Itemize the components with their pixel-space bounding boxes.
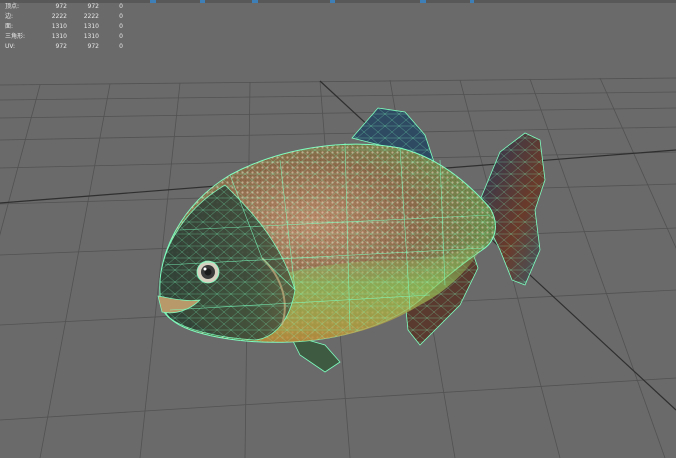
stat-value: 972 <box>87 3 99 10</box>
stat-value: 0 <box>119 3 123 10</box>
stat-value: 1310 <box>51 33 67 40</box>
stat-row-vertices: 顶点: 972 972 0 <box>5 2 123 12</box>
stat-label: 边: <box>5 13 14 20</box>
stat-row-faces: 面: 1310 1310 0 <box>5 22 123 32</box>
stat-row-edges: 边: 2222 2222 0 <box>5 12 123 22</box>
stat-label: 三角形: <box>5 33 26 40</box>
stat-value: 0 <box>119 43 123 50</box>
stat-value: 0 <box>119 23 123 30</box>
stat-value: 972 <box>55 3 67 10</box>
stat-value: 2222 <box>83 13 99 20</box>
scene-statistics-panel: 顶点: 972 972 0 边: 2222 2222 0 面: 1310 131… <box>5 2 123 52</box>
piranha-fish-icon <box>157 107 546 373</box>
stat-row-triangles: 三角形: 1310 1310 0 <box>5 32 123 42</box>
stat-value: 1310 <box>83 23 99 30</box>
stat-label: 顶点: <box>5 3 20 10</box>
stat-value: 1310 <box>51 23 67 30</box>
stat-value: 2222 <box>51 13 67 20</box>
stat-row-uvs: UV: 972 972 0 <box>5 42 123 52</box>
stat-label: UV: <box>5 43 16 50</box>
stat-label: 面: <box>5 23 14 30</box>
stat-value: 0 <box>119 13 123 20</box>
stat-value: 0 <box>119 33 123 40</box>
viewport-scene <box>0 77 676 458</box>
stat-value: 972 <box>87 43 99 50</box>
stat-value: 972 <box>55 43 67 50</box>
stat-value: 1310 <box>83 33 99 40</box>
3d-viewport[interactable]: 顶点: 972 972 0 边: 2222 2222 0 面: 1310 131… <box>0 0 676 458</box>
